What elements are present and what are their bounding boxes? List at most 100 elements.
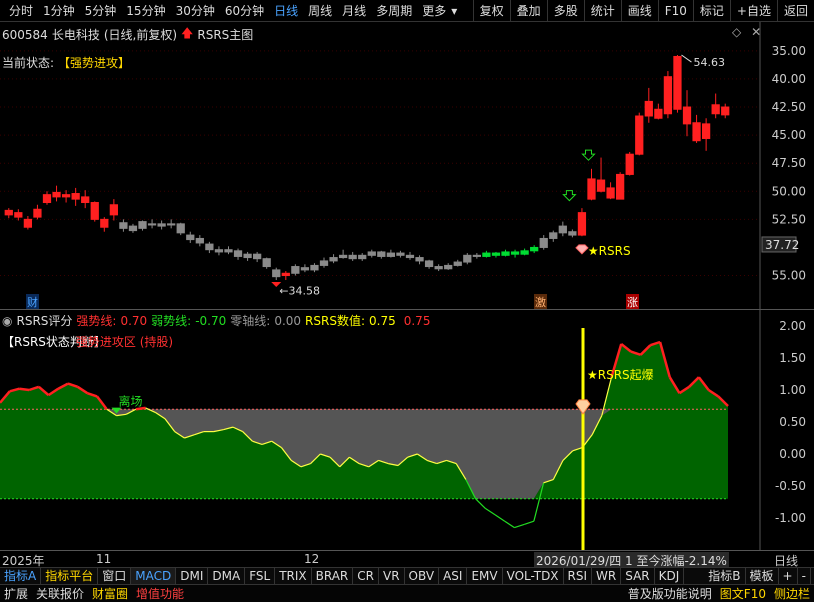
tab-20[interactable]: 模板 [746, 567, 779, 585]
candle-body [405, 254, 415, 259]
status-right-0[interactable]: 普及版功能说明 [624, 585, 716, 602]
candle-body [348, 254, 357, 260]
candle-body [721, 106, 730, 116]
period-3[interactable]: 15分钟 [121, 0, 170, 22]
indicator-name[interactable]: RSRS评分 [16, 312, 72, 329]
tab-7[interactable]: TRIX [275, 567, 312, 585]
tab-1[interactable]: 指标平台 [41, 567, 99, 585]
tab-19[interactable]: 指标B [704, 567, 746, 585]
diamond-icon[interactable]: ◇ [732, 25, 741, 39]
rsrs-diamond-icon [575, 244, 589, 255]
tool-7[interactable]: +自选 [729, 0, 777, 21]
candle-body [606, 187, 615, 199]
tool-3[interactable]: 统计 [583, 0, 621, 21]
tab-8[interactable]: BRAR [312, 567, 354, 585]
tab-17[interactable]: SAR [621, 567, 655, 585]
tab-13[interactable]: EMV [467, 567, 503, 585]
extra-value: 0.75 [403, 313, 431, 328]
status-left-1[interactable]: 关联报价 [32, 585, 88, 602]
tab-9[interactable]: CR [353, 567, 379, 585]
tab-4[interactable]: DMI [176, 567, 209, 585]
indicator-panel[interactable]: -1.00 -0.50 0.00 0.50 1.00 1.50 2.00 离场 ★RSRS起爆 … [0, 310, 814, 550]
candle-body [692, 122, 701, 142]
candle-body [472, 254, 481, 257]
ind-y-tick: 1.00 [779, 383, 806, 397]
candle-body [491, 252, 501, 256]
period-1[interactable]: 1分钟 [38, 0, 80, 22]
tool-2[interactable]: 多股 [546, 0, 584, 21]
candle-body [587, 178, 596, 200]
tab-14[interactable]: VOL-TDX [503, 567, 564, 585]
tab-3[interactable]: MACD [131, 567, 177, 585]
tool-1[interactable]: 叠加 [509, 0, 547, 21]
candle-body [109, 204, 118, 216]
tab-0[interactable]: 指标A [0, 567, 42, 585]
high-label: 54.63 [693, 56, 725, 69]
candle-body [4, 209, 13, 216]
candle-body [310, 264, 319, 271]
candle-body [510, 251, 520, 255]
settings-icon[interactable]: ◉ [2, 314, 12, 328]
status-right: 普及版功能说明 图文F10 侧边栏 [624, 585, 814, 602]
period-9[interactable]: 多周期 [371, 0, 417, 22]
tab-18[interactable]: KDJ [655, 567, 685, 585]
rsrs-value: 0.75 [369, 313, 396, 328]
candle-body [243, 253, 252, 259]
chart-controls: ◇ ✕ [732, 25, 761, 39]
period-10[interactable]: 更多 [417, 0, 451, 22]
tab-12[interactable]: ASI [439, 567, 468, 585]
tool-0[interactable]: 复权 [472, 0, 510, 21]
status-right-1[interactable]: 图文F10 [716, 585, 770, 602]
candle-body [358, 254, 367, 260]
main-indicator-name[interactable]: RSRS主图 [197, 26, 253, 43]
status-left-3[interactable]: 增值功能 [132, 585, 188, 602]
period-6[interactable]: 日线 [269, 0, 303, 22]
candle-body [61, 194, 71, 198]
status-right-2[interactable]: 侧边栏 [770, 585, 814, 602]
candle-body [644, 100, 653, 117]
candle-body [673, 55, 682, 110]
candle-body [558, 225, 567, 234]
period-8[interactable]: 月线 [337, 0, 371, 22]
tab-15[interactable]: RSI [564, 567, 593, 585]
rsrs-line-segment [523, 520, 535, 525]
candle-body [319, 260, 329, 266]
candle-body [424, 260, 434, 268]
marker-2: 涨 [627, 296, 638, 309]
tab-11[interactable]: OBV [405, 567, 440, 585]
period-0[interactable]: 分时 [4, 0, 38, 22]
low-label: ←34.58 [279, 284, 320, 297]
tab-6[interactable]: FSL [245, 567, 276, 585]
y-tick-label: 50.00 [772, 184, 806, 198]
close-icon[interactable]: ✕ [751, 25, 761, 39]
tab-22[interactable]: - [798, 567, 811, 585]
status-left-2[interactable]: 财富圈 [88, 585, 132, 602]
status-left-0[interactable]: 扩展 [0, 585, 32, 602]
tool-8[interactable]: 返回 [776, 0, 814, 21]
candle-body [300, 267, 310, 271]
period-7[interactable]: 周线 [303, 0, 337, 22]
tool-4[interactable]: 画线 [620, 0, 658, 21]
candle-body [186, 234, 195, 241]
rsrs-label: RSRS数值: [305, 314, 366, 328]
status-bar: 扩展 关联报价 财富圈 增值功能 普及版功能说明 图文F10 侧边栏 [0, 584, 814, 602]
main-chart-panel[interactable]: 55.00 52.50 50.00 47.50 45.00 42.50 40.00 35.00… [0, 22, 814, 310]
date-axis: 2025年 11 12 2026/01/29/四 1 至今涨幅-2.14% 日线 [0, 550, 814, 569]
candle-body [52, 191, 61, 198]
up-arrow-icon: 🡅 [181, 26, 194, 40]
tool-6[interactable]: 标记 [692, 0, 730, 21]
more-chevron-icon[interactable]: ▾ [451, 4, 457, 18]
tab-21[interactable]: + [779, 567, 798, 585]
tab-5[interactable]: DMA [208, 567, 246, 585]
candle-body [23, 218, 33, 228]
tab-10[interactable]: VR [379, 567, 405, 585]
candle-body [577, 212, 587, 236]
tab-2[interactable]: 窗口 [98, 567, 132, 585]
period-4[interactable]: 30分钟 [171, 0, 220, 22]
period-5[interactable]: 60分钟 [220, 0, 269, 22]
candle-body [463, 254, 472, 263]
period-2[interactable]: 5分钟 [80, 0, 122, 22]
tool-5[interactable]: F10 [657, 0, 693, 21]
rsrs-tag: ★RSRS [588, 244, 631, 258]
tab-16[interactable]: WR [592, 567, 622, 585]
